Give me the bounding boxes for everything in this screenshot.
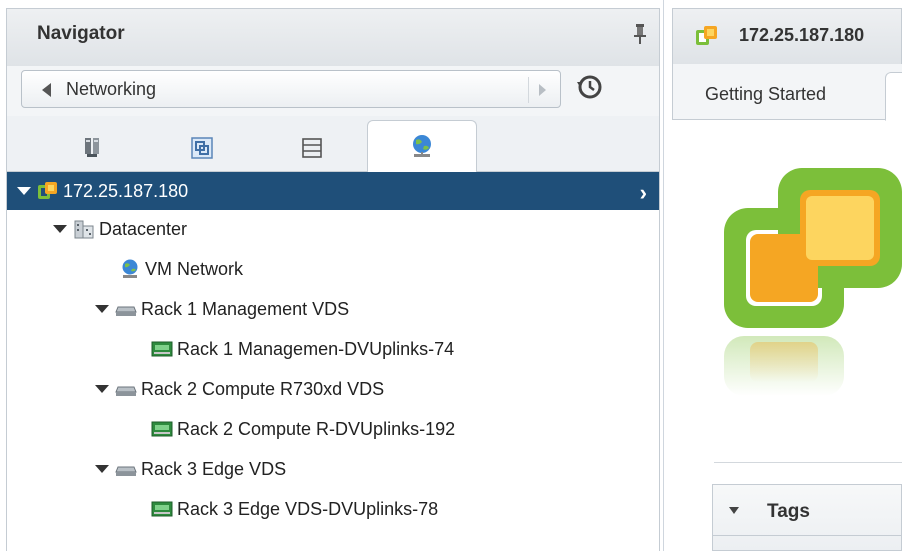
back-button-label: Networking [66, 79, 157, 99]
tab-summary[interactable]: S [885, 72, 902, 121]
tab-vms-and-templates[interactable] [147, 124, 257, 172]
tree-item-label: Datacenter [99, 218, 188, 239]
tree-item-label: VM Network [145, 258, 244, 279]
tree-item-label: Rack 1 Management VDS [141, 298, 350, 319]
tree-item-label: Rack 1 Managemen-DVUplinks-74 [177, 338, 455, 359]
tree-item-rack1-uplinks[interactable]: Rack 1 Managemen-DVUplinks-74 [7, 330, 659, 368]
tags-portlet[interactable]: Tags [712, 484, 902, 551]
networking-icon [413, 134, 431, 157]
tree-item-label: Rack 3 Edge VDS-DVUplinks-78 [177, 498, 439, 519]
collapse-toggle-icon[interactable] [729, 507, 739, 514]
vms-and-templates-icon [191, 137, 213, 159]
collapse-toggle-icon[interactable] [95, 465, 109, 473]
distributed-switch-icon [115, 306, 137, 316]
collapse-toggle-icon[interactable] [17, 187, 31, 195]
tree-item-label: Rack 2 Compute R730xd VDS [141, 378, 385, 399]
distributed-switch-icon [115, 386, 137, 396]
tab-hosts-and-clusters[interactable] [37, 124, 147, 172]
collapse-toggle-icon[interactable] [95, 385, 109, 393]
history-icon[interactable] [575, 72, 605, 102]
collapse-toggle-icon[interactable] [53, 225, 67, 233]
back-arrow-icon [42, 83, 51, 97]
forward-button[interactable] [528, 77, 554, 103]
vcenter-icon [38, 182, 57, 199]
storage-icon [302, 138, 322, 158]
tree-item-label: Rack 3 Edge VDS [141, 458, 287, 479]
content-tabs: Getting Started S [672, 64, 902, 121]
chevron-right-icon[interactable]: › [640, 180, 647, 206]
hosts-and-clusters-icon [85, 138, 99, 157]
network-globe-icon [122, 259, 138, 278]
tree-item-rack3-uplinks[interactable]: Rack 3 Edge VDS-DVUplinks-78 [7, 490, 659, 528]
tab-getting-started[interactable]: Getting Started [705, 84, 826, 105]
tree-item-rack3-vds[interactable]: Rack 3 Edge VDS [7, 450, 659, 488]
tree-item-rack2-uplinks[interactable]: Rack 2 Compute R-DVUplinks-192 [7, 410, 659, 448]
section-divider [714, 462, 902, 463]
navigator-history-bar: Networking [6, 66, 660, 116]
content-panel: 172.25.187.180 Getting Started S [668, 0, 902, 551]
navigator-header: Navigator [6, 8, 660, 66]
tree-item-vcenter[interactable]: 172.25.187.180 › [7, 172, 659, 210]
tree-item-vm-network[interactable]: VM Network [7, 250, 659, 288]
distributed-switch-icon [115, 466, 137, 476]
tab-networking[interactable] [367, 120, 477, 173]
uplink-port-group-icon [151, 501, 173, 517]
collapse-toggle-icon[interactable] [95, 305, 109, 313]
navigator-view-tabs [6, 116, 660, 173]
navigator-panel: Navigator Networking 172.25.187.180 › Da… [0, 0, 664, 551]
content-title: 172.25.187.180 [739, 25, 865, 45]
back-button[interactable]: Networking [21, 70, 561, 108]
vcenter-logo-icon [724, 168, 902, 396]
inventory-tree: 172.25.187.180 › Datacenter VM Network R… [6, 172, 660, 551]
forward-arrow-icon [539, 84, 546, 96]
navigator-title: Navigator [37, 23, 125, 44]
tree-item-label: 172.25.187.180 [63, 180, 189, 201]
tags-title: Tags [767, 501, 810, 522]
vcenter-icon [696, 26, 717, 45]
content-header: 172.25.187.180 [672, 8, 902, 64]
tree-item-label: Rack 2 Compute R-DVUplinks-192 [177, 418, 456, 439]
pin-icon[interactable] [633, 23, 647, 45]
tree-item-rack1-vds[interactable]: Rack 1 Management VDS [7, 290, 659, 328]
uplink-port-group-icon [151, 341, 173, 357]
tab-storage[interactable] [257, 124, 367, 172]
tree-item-datacenter[interactable]: Datacenter [7, 210, 659, 248]
datacenter-icon [74, 220, 94, 239]
uplink-port-group-icon [151, 421, 173, 437]
tree-item-rack2-vds[interactable]: Rack 2 Compute R730xd VDS [7, 370, 659, 408]
portlet-divider [713, 535, 902, 536]
